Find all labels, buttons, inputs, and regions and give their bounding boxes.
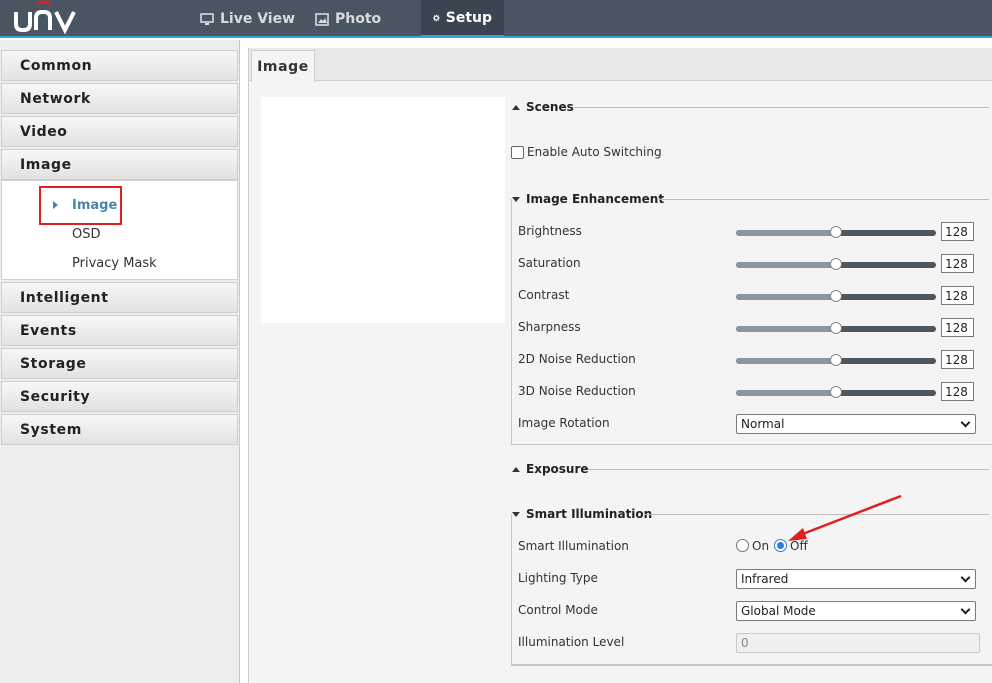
illumination-level-input: 0	[736, 633, 980, 653]
control-mode-value: Global Mode	[741, 604, 816, 618]
sidebar-item-security[interactable]: Security	[1, 381, 238, 412]
tab-setup[interactable]: Setup	[421, 0, 504, 38]
smart-illumination-off-label: Off	[790, 539, 808, 553]
saturation-value[interactable]: 128	[941, 254, 974, 273]
rotation-label: Image Rotation	[518, 416, 610, 430]
auto-switch-label: Enable Auto Switching	[527, 145, 662, 159]
lighting-type-value: Infrared	[741, 572, 789, 586]
brand-logo	[12, 0, 92, 36]
annotation-highlight-box	[39, 186, 122, 225]
sidebar-item-events[interactable]: Events	[1, 315, 238, 346]
sidebar: Common Network Video Image Image OSD Pri…	[0, 40, 240, 683]
chevron-down-icon	[960, 572, 971, 583]
illumination-level-label: Illumination Level	[518, 635, 625, 649]
brightness-value[interactable]: 128	[941, 222, 974, 241]
chevron-down-icon	[960, 417, 971, 428]
sharpness-label: Sharpness	[518, 320, 581, 334]
tab-live-view-label: Live View	[220, 11, 296, 27]
control-mode-select[interactable]: Global Mode	[736, 601, 976, 621]
monitor-icon	[200, 12, 214, 25]
brightness-label: Brightness	[518, 224, 582, 238]
tab-image[interactable]: Image	[251, 50, 315, 82]
sidebar-item-storage[interactable]: Storage	[1, 348, 238, 379]
submenu-item-privacy-mask[interactable]: Privacy Mask	[72, 256, 157, 271]
smart-illumination-label: Smart Illumination	[518, 539, 629, 553]
submenu-item-osd[interactable]: OSD	[72, 227, 101, 242]
auto-switch-checkbox[interactable]	[511, 146, 524, 159]
lighting-type-label: Lighting Type	[518, 571, 598, 585]
collapse-up-icon	[512, 466, 520, 472]
saturation-slider[interactable]	[736, 258, 936, 270]
image-preview	[261, 97, 505, 323]
noise-3d-value[interactable]: 128	[941, 382, 974, 401]
tab-live-view[interactable]: Live View	[200, 0, 295, 38]
divider	[588, 469, 989, 470]
noise-2d-label: 2D Noise Reduction	[518, 352, 636, 366]
saturation-label: Saturation	[518, 256, 581, 270]
smart-illumination-on-label: On	[752, 539, 770, 553]
sidebar-item-video[interactable]: Video	[1, 116, 238, 147]
section-exposure-title: Exposure	[526, 462, 589, 476]
brightness-slider[interactable]	[736, 226, 936, 238]
divider	[574, 107, 989, 108]
contrast-slider[interactable]	[736, 290, 936, 302]
top-bar: Live View Photo Setup	[0, 0, 992, 38]
contrast-label: Contrast	[518, 288, 570, 302]
sharpness-slider[interactable]	[736, 322, 936, 334]
section-exposure-header[interactable]: Exposure	[512, 462, 589, 476]
content-tab-strip: Image	[249, 48, 992, 82]
rotation-select-value: Normal	[741, 417, 785, 431]
rotation-select[interactable]: Normal	[736, 414, 976, 434]
sidebar-item-common[interactable]: Common	[1, 50, 238, 81]
noise-3d-slider[interactable]	[736, 386, 936, 398]
contrast-value[interactable]: 128	[941, 286, 974, 305]
smart-illumination-off-radio[interactable]	[774, 539, 787, 552]
chevron-down-icon	[960, 604, 971, 615]
lighting-type-select[interactable]: Infrared	[736, 569, 976, 589]
section-scenes-header[interactable]: Scenes	[512, 100, 574, 114]
noise-3d-label: 3D Noise Reduction	[518, 384, 636, 398]
sidebar-item-intelligent[interactable]: Intelligent	[1, 282, 238, 313]
tab-photo[interactable]: Photo	[315, 0, 381, 38]
sidebar-item-system[interactable]: System	[1, 414, 238, 445]
tab-photo-label: Photo	[335, 11, 382, 27]
sidebar-item-network[interactable]: Network	[1, 83, 238, 114]
photo-icon	[315, 12, 329, 26]
smart-illumination-on-radio[interactable]	[736, 539, 749, 552]
sidebar-item-image[interactable]: Image	[1, 149, 238, 180]
illumination-level-value: 0	[741, 636, 749, 650]
tab-setup-label: Setup	[445, 9, 492, 26]
noise-2d-slider[interactable]	[736, 354, 936, 366]
section-scenes-title: Scenes	[526, 100, 574, 114]
collapse-up-icon	[512, 104, 520, 110]
sharpness-value[interactable]: 128	[941, 318, 974, 337]
content-area: Image Scenes Enable Auto Switching Image…	[248, 48, 992, 683]
control-mode-label: Control Mode	[518, 603, 598, 617]
noise-2d-value[interactable]: 128	[941, 350, 974, 369]
gear-icon	[433, 14, 440, 21]
divider	[511, 665, 992, 666]
